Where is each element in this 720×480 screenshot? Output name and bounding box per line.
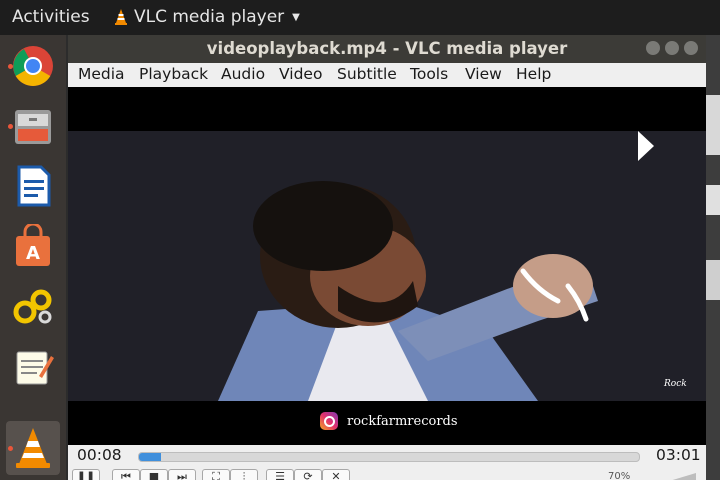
vlc-icon bbox=[16, 428, 50, 468]
svg-text:A: A bbox=[26, 243, 40, 264]
next-button[interactable]: ⏭ bbox=[168, 469, 196, 480]
writer-icon bbox=[17, 165, 51, 207]
playback-controls: 00:08 03:01 ❚❚ ⏮ ■ ⏭ ⛶ ⫶ ☰ ⟳ ✕ 70% bbox=[68, 445, 706, 480]
running-indicator bbox=[8, 446, 13, 451]
dock-item-software[interactable]: A bbox=[6, 219, 60, 273]
instagram-icon bbox=[320, 412, 338, 430]
fullscreen-button[interactable]: ⛶ bbox=[202, 469, 230, 480]
app-menu-label: VLC media player bbox=[134, 7, 285, 27]
chevron-down-icon: ▼ bbox=[292, 11, 300, 23]
background-window-panel bbox=[706, 260, 720, 300]
video-frame bbox=[68, 131, 706, 401]
video-scene bbox=[68, 131, 706, 401]
software-store-icon: A bbox=[16, 224, 50, 266]
video-area[interactable]: Rock rockfarmrecords bbox=[68, 87, 706, 445]
app-menu[interactable]: VLC media player ▼ bbox=[114, 7, 300, 27]
equalizer-icon: ⫶ bbox=[242, 470, 246, 480]
dock-item-text-editor[interactable] bbox=[6, 339, 60, 393]
menu-help[interactable]: Help bbox=[516, 65, 551, 83]
maximize-button[interactable] bbox=[665, 41, 679, 55]
background-window-panel bbox=[706, 95, 720, 155]
dock-item-chrome[interactable] bbox=[6, 39, 60, 93]
background-window bbox=[706, 35, 720, 480]
previous-icon: ⏮ bbox=[121, 470, 131, 480]
window-title: videoplayback.mp4 - VLC media player bbox=[68, 35, 706, 63]
playlist-button[interactable]: ☰ bbox=[266, 469, 294, 480]
loop-icon: ⟳ bbox=[303, 470, 313, 480]
menu-audio[interactable]: Audio bbox=[221, 65, 265, 83]
previous-button[interactable]: ⏮ bbox=[112, 469, 140, 480]
vlc-icon bbox=[115, 9, 127, 25]
fullscreen-icon: ⛶ bbox=[212, 470, 220, 480]
menu-view[interactable]: View bbox=[465, 65, 502, 83]
menu-bar: Media Playback Audio Video Subtitle Tool… bbox=[68, 63, 706, 87]
dock-item-vlc[interactable] bbox=[6, 421, 60, 475]
instagram-overlay: rockfarmrecords bbox=[320, 412, 458, 430]
dock: A bbox=[0, 35, 66, 480]
dock-item-files[interactable] bbox=[6, 99, 60, 153]
loop-button[interactable]: ⟳ bbox=[294, 469, 322, 480]
playlist-icon: ☰ bbox=[275, 470, 285, 480]
seek-bar[interactable] bbox=[138, 452, 640, 462]
settings-cogs-icon bbox=[13, 289, 52, 324]
top-bar: Activities VLC media player ▼ bbox=[0, 0, 720, 35]
background-window-panel bbox=[706, 185, 720, 215]
activities-button[interactable]: Activities bbox=[12, 7, 90, 27]
seek-progress bbox=[139, 453, 161, 461]
stop-icon: ■ bbox=[148, 470, 160, 480]
close-button[interactable] bbox=[684, 41, 698, 55]
shuffle-icon: ✕ bbox=[331, 470, 341, 480]
total-time: 03:01 bbox=[656, 446, 701, 464]
play-arrow-icon bbox=[638, 131, 654, 161]
vlc-window: videoplayback.mp4 - VLC media player Med… bbox=[68, 35, 706, 480]
watermark-logo: Rock bbox=[664, 379, 687, 389]
instagram-handle: rockfarmrecords bbox=[347, 413, 458, 429]
running-indicator bbox=[8, 124, 13, 129]
menu-tools[interactable]: Tools bbox=[410, 65, 448, 83]
extended-settings-button[interactable]: ⫶ bbox=[230, 469, 258, 480]
volume-label: 70% bbox=[608, 471, 631, 480]
files-icon bbox=[15, 110, 51, 144]
menu-media[interactable]: Media bbox=[78, 65, 125, 83]
dock-item-writer[interactable] bbox=[6, 159, 60, 213]
volume-slider[interactable] bbox=[656, 473, 696, 480]
menu-video[interactable]: Video bbox=[279, 65, 322, 83]
menu-subtitle[interactable]: Subtitle bbox=[337, 65, 397, 83]
text-editor-icon bbox=[16, 351, 54, 385]
shuffle-button[interactable]: ✕ bbox=[322, 469, 350, 480]
chrome-icon bbox=[13, 46, 53, 86]
pause-icon: ❚❚ bbox=[76, 470, 96, 480]
menu-playback[interactable]: Playback bbox=[139, 65, 208, 83]
elapsed-time: 00:08 bbox=[77, 446, 122, 464]
minimize-button[interactable] bbox=[646, 41, 660, 55]
stop-button[interactable]: ■ bbox=[140, 469, 168, 480]
running-indicator bbox=[8, 64, 13, 69]
pause-button[interactable]: ❚❚ bbox=[72, 469, 100, 480]
dock-item-settings[interactable] bbox=[6, 279, 60, 333]
next-icon: ⏭ bbox=[177, 470, 187, 480]
